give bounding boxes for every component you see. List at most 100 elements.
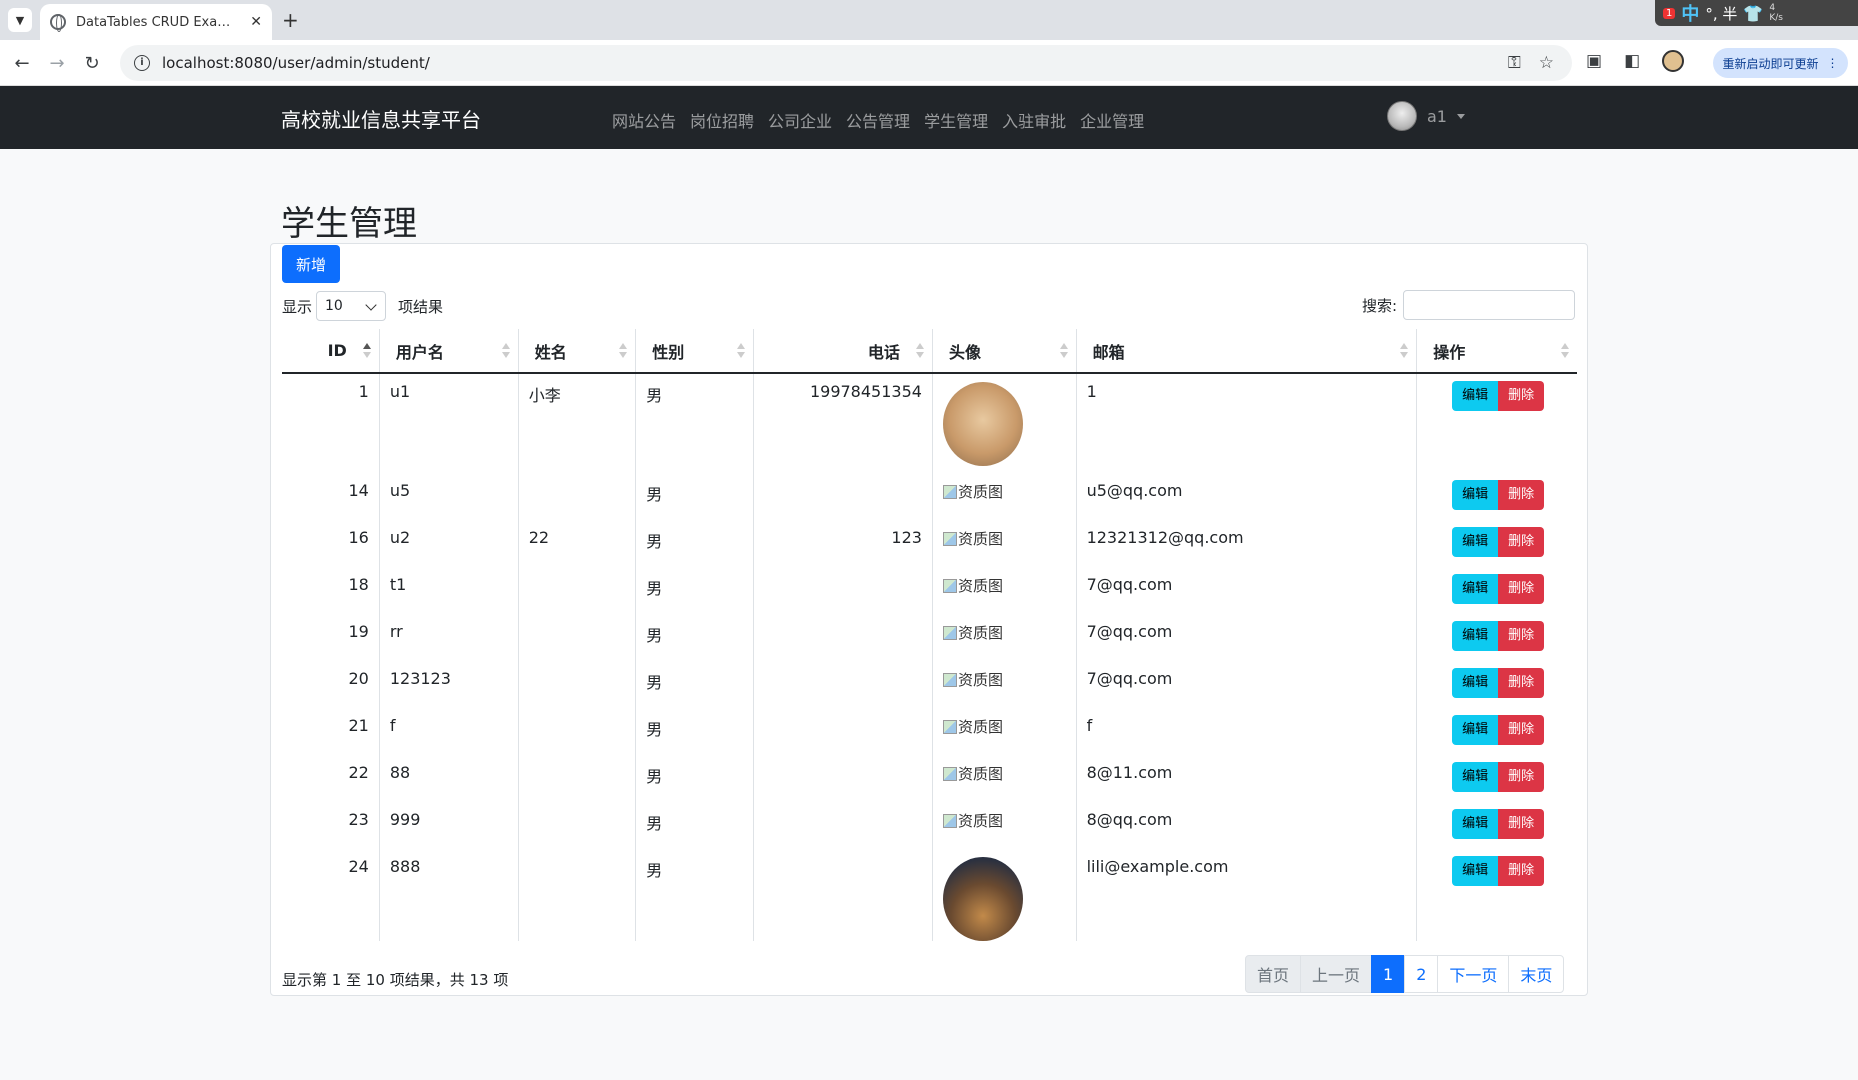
cell-phone <box>752 849 933 941</box>
nav-link-student-admin[interactable]: 学生管理 <box>924 108 988 132</box>
delete-button[interactable]: 删除 <box>1498 480 1545 510</box>
add-button[interactable]: 新增 <box>282 245 340 283</box>
user-menu[interactable]: a1 <box>1387 101 1465 131</box>
cell-name <box>517 661 636 708</box>
bookmark-star-icon[interactable]: ☆ <box>1539 53 1554 73</box>
length-select[interactable]: 10 <box>316 291 387 321</box>
skin-icon[interactable]: 👕 <box>1743 4 1763 23</box>
edit-button[interactable]: 编辑 <box>1452 621 1499 651</box>
cell-gender: 男 <box>635 708 754 755</box>
delete-button[interactable]: 删除 <box>1498 381 1545 411</box>
nav-link-companies[interactable]: 公司企业 <box>768 108 832 132</box>
column-header-avatar[interactable]: 头像 <box>931 329 1077 374</box>
column-header-name[interactable]: 姓名 <box>517 329 636 374</box>
delete-button[interactable]: 删除 <box>1498 809 1545 839</box>
delete-button[interactable]: 删除 <box>1498 668 1545 698</box>
sort-icon <box>501 343 510 359</box>
cell-actions: 编辑 删除 <box>1416 373 1577 473</box>
pager-page-2[interactable]: 2 <box>1404 955 1439 993</box>
nav-link-jobs[interactable]: 岗位招聘 <box>690 108 754 132</box>
cell-actions: 编辑 删除 <box>1416 614 1577 661</box>
search-input[interactable] <box>1403 290 1575 320</box>
back-icon[interactable]: ← <box>9 50 35 76</box>
delete-button[interactable]: 删除 <box>1498 527 1545 557</box>
edit-button[interactable]: 编辑 <box>1452 809 1499 839</box>
cell-avatar: 资质图 <box>931 802 1077 849</box>
table-header-row: ID 用户名 姓名 性别 电话 头像 邮箱 操作 <box>282 329 1577 374</box>
pager-prev[interactable]: 上一页 <box>1300 955 1373 993</box>
broken-image-icon <box>942 484 957 499</box>
pager-page-1[interactable]: 1 <box>1371 955 1406 993</box>
pager-first[interactable]: 首页 <box>1245 955 1302 993</box>
table-row: 16 u2 22 男 123 资质图 12321312@qq.com 编辑 删除 <box>282 520 1577 567</box>
delete-button[interactable]: 删除 <box>1498 762 1545 792</box>
extensions-icon[interactable]: ▣ <box>1586 51 1602 71</box>
edit-button[interactable]: 编辑 <box>1452 381 1499 411</box>
broken-image-icon <box>942 766 957 781</box>
ime-punct-indicator[interactable]: °, 半 <box>1705 3 1737 24</box>
page-title: 学生管理 <box>281 204 417 244</box>
cell-gender: 男 <box>635 614 754 661</box>
cell-name <box>517 802 636 849</box>
table-body: 1 u1 小李男 19978451354 1 编辑 删除 14 u5 男资质图 u5@qq.com 编… <box>282 373 1577 941</box>
nav-link-company-admin[interactable]: 企业管理 <box>1080 108 1144 132</box>
ime-indicator[interactable]: 中 <box>1681 0 1699 26</box>
cell-id: 18 <box>348 575 369 594</box>
cell-gender: 男 <box>635 755 754 802</box>
reload-icon[interactable]: ↻ <box>79 50 105 76</box>
edit-button[interactable]: 编辑 <box>1452 856 1499 886</box>
edit-button[interactable]: 编辑 <box>1452 668 1499 698</box>
nav-link-approval[interactable]: 入驻审批 <box>1002 108 1066 132</box>
cell-id: 20 <box>348 669 369 688</box>
delete-button[interactable]: 删除 <box>1498 621 1545 651</box>
edit-button[interactable]: 编辑 <box>1452 480 1499 510</box>
more-vert-icon[interactable]: ⋮ <box>1827 56 1839 70</box>
edit-button[interactable]: 编辑 <box>1452 574 1499 604</box>
table-row: 22 88 男资质图 8@11.com 编辑 删除 <box>282 755 1577 802</box>
cell-avatar: 资质图 <box>931 708 1077 755</box>
table-row: 21 f 男资质图 f 编辑 删除 <box>282 708 1577 755</box>
column-header-phone[interactable]: 电话 <box>752 329 933 374</box>
tab-search-icon[interactable]: ▼ <box>8 8 32 32</box>
column-header-actions[interactable]: 操作 <box>1416 329 1577 374</box>
cell-username: 123123 <box>378 661 519 708</box>
pager-next[interactable]: 下一页 <box>1437 955 1510 993</box>
cell-avatar: 资质图 <box>931 567 1077 614</box>
cell-actions: 编辑 删除 <box>1416 755 1577 802</box>
nav-link-announcements[interactable]: 网站公告 <box>612 108 676 132</box>
edit-button[interactable]: 编辑 <box>1452 527 1499 557</box>
profile-icon[interactable] <box>1662 50 1685 72</box>
new-tab-icon[interactable]: + <box>282 8 299 32</box>
cell-username: f <box>378 708 519 755</box>
edit-button[interactable]: 编辑 <box>1452 715 1499 745</box>
browser-tab[interactable]: DataTables CRUD Example w ✕ <box>40 4 272 40</box>
column-header-id[interactable]: ID <box>282 329 380 374</box>
key-icon[interactable]: ⚿ <box>1508 53 1521 73</box>
brand-title[interactable]: 高校就业信息共享平台 <box>281 104 481 133</box>
delete-button[interactable]: 删除 <box>1498 715 1545 745</box>
pager-last[interactable]: 末页 <box>1508 955 1565 993</box>
delete-button[interactable]: 删除 <box>1498 574 1545 604</box>
address-bar[interactable]: i localhost:8080/user/admin/student/ ⚿ ☆ <box>120 45 1572 81</box>
cell-name <box>517 755 636 802</box>
forward-icon[interactable]: → <box>44 50 70 76</box>
column-header-gender[interactable]: 性别 <box>635 329 754 374</box>
nav-link-announcement-admin[interactable]: 公告管理 <box>846 108 910 132</box>
delete-button[interactable]: 删除 <box>1498 856 1545 886</box>
edit-button[interactable]: 编辑 <box>1452 762 1499 792</box>
cell-id: 16 <box>348 528 369 547</box>
cell-username: u2 <box>378 520 519 567</box>
url-text[interactable]: localhost:8080/user/admin/student/ <box>162 54 430 72</box>
close-icon[interactable]: ✕ <box>250 14 262 30</box>
cell-gender: 男 <box>635 802 754 849</box>
column-header-email[interactable]: 邮箱 <box>1075 329 1417 374</box>
site-info-icon[interactable]: i <box>134 55 150 71</box>
cell-avatar: 资质图 <box>931 520 1077 567</box>
cell-actions: 编辑 删除 <box>1416 802 1577 849</box>
side-panel-icon[interactable]: ◧ <box>1624 51 1640 71</box>
cell-email: u5@qq.com <box>1075 473 1417 520</box>
column-header-username[interactable]: 用户名 <box>378 329 519 374</box>
cell-phone <box>752 614 933 661</box>
update-button[interactable]: 重新启动即可更新 ⋮ <box>1713 48 1848 78</box>
cell-id: 23 <box>348 810 369 829</box>
